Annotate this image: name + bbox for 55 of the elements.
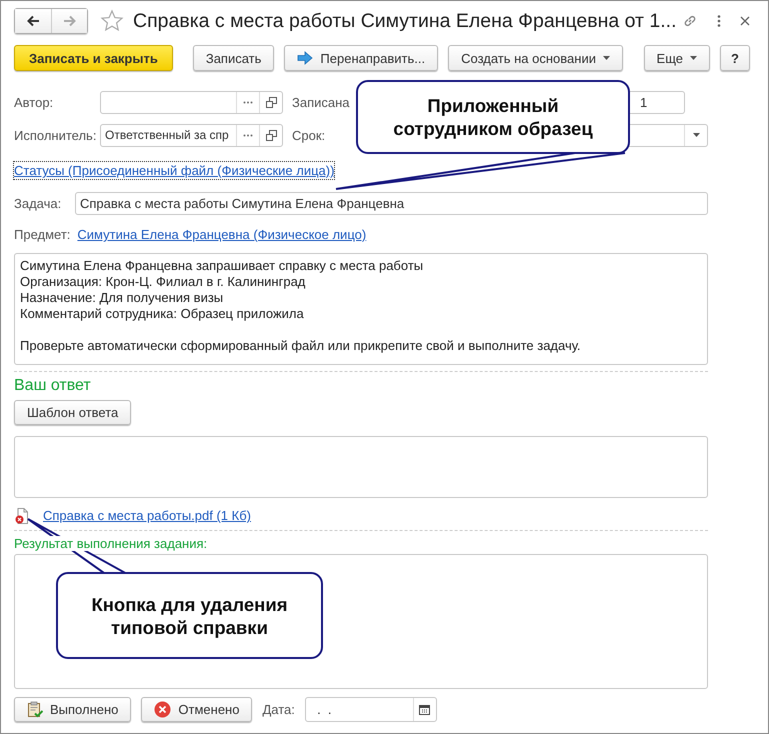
cancel-button[interactable]: Отменено [141, 697, 252, 722]
dropdown-button[interactable]: Создать на основании [448, 45, 623, 71]
open-icon[interactable] [266, 130, 276, 140]
link-icon[interactable] [682, 13, 698, 29]
callout-text: Кнопка для удаления типовой справки [90, 592, 289, 638]
save-and-close-button[interactable]: Записать и закрыть [14, 45, 173, 71]
subject-link[interactable]: Симутина Елена Францевна (Физическое лицо) [77, 226, 366, 243]
date-field[interactable]: . . [304, 697, 437, 722]
select-icon[interactable] [243, 101, 253, 104]
help-button[interactable]: ? [720, 45, 750, 71]
caret-icon [690, 56, 697, 60]
section-heading: Ваш ответ [14, 377, 92, 395]
recorded-field[interactable]: 1 [630, 91, 685, 114]
done-button[interactable]: Выполнено [14, 697, 132, 722]
window-title: Справка с места работы Симутина Елена Францевна от 1... [133, 10, 678, 32]
field-label: Исполнитель: [14, 128, 98, 142]
field-label: Записана [292, 95, 351, 110]
dropdown-icon[interactable] [692, 133, 700, 137]
callout-text: Приложенный сотрудником образец [392, 94, 594, 140]
description-line: Симутина Елена Францевна запрашивает справку с места работы [20, 258, 424, 274]
attachment-link[interactable]: Справка с места работы.pdf (1 Кб) [43, 507, 251, 524]
more-icon[interactable] [716, 14, 722, 28]
field-label: Задача: [14, 196, 62, 211]
executor-field[interactable]: Ответственный за спр [100, 124, 283, 146]
more-button[interactable]: Еще [644, 45, 710, 71]
author-field[interactable] [100, 91, 283, 114]
star-icon[interactable] [100, 9, 124, 33]
left-arrow-icon [26, 15, 40, 27]
deadline-field[interactable] [629, 124, 708, 146]
file-delete-icon[interactable] [15, 508, 29, 524]
description-line: Организация: Крон-Ц. Филиал в г. Калининград [20, 274, 306, 290]
back-button[interactable] [15, 9, 51, 33]
description-text-area[interactable] [14, 253, 708, 365]
clipboard-check-icon [27, 701, 43, 718]
open-icon[interactable] [266, 97, 276, 108]
calendar-icon[interactable] [419, 704, 430, 715]
field-label: Предмет: [14, 227, 70, 242]
task-field[interactable]: Справка с места работы Симутина Елена Францевна [75, 192, 708, 215]
description-line: Проверьте автоматически сформированный файл или прикрепите свой и выполните задачу. [20, 338, 582, 354]
right-arrow-icon [62, 15, 76, 27]
field-label: Автор: [14, 95, 54, 110]
answer-template-button[interactable]: Шаблон ответа [14, 400, 132, 425]
description-line: Комментарий сотрудника: Образец приложила [20, 306, 305, 322]
description-line: Назначение: Для получения визы [20, 290, 224, 306]
field-label: Дата: [262, 702, 295, 717]
close-icon[interactable] [740, 16, 750, 26]
save-button[interactable]: Записать [192, 45, 274, 71]
redirect-button[interactable]: Перенаправить... [284, 45, 438, 71]
caret-icon [602, 56, 610, 60]
statuses-link[interactable]: Статусы (Присоединенный файл (Физические лица)) [14, 162, 334, 179]
result-text-area[interactable] [14, 554, 708, 689]
field-label: Срок: [292, 128, 326, 142]
select-icon[interactable] [243, 134, 253, 136]
right-arrow-icon [297, 51, 314, 65]
cancel-icon [154, 701, 172, 718]
